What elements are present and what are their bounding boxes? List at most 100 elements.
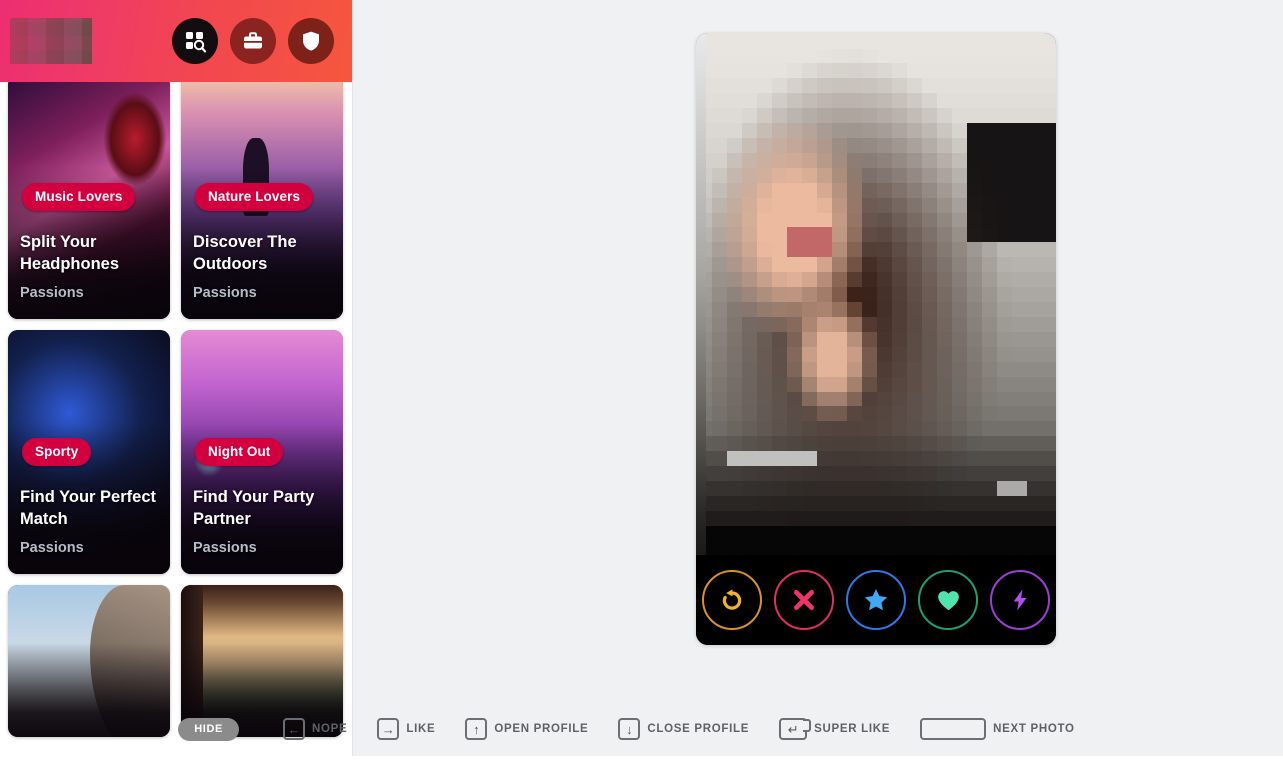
photo-pixel [1011, 47, 1027, 64]
photo-pixel [801, 122, 817, 138]
photo-pixel [921, 122, 937, 138]
photo-pixel [876, 390, 892, 407]
photo-pixel [831, 167, 847, 183]
photo-pixel [921, 62, 937, 79]
photo-pixel [726, 271, 742, 288]
passion-card[interactable]: Sporty Find Your Perfect Match Passions [8, 330, 170, 574]
photo-pixel [906, 256, 922, 273]
photo-pixel [891, 271, 907, 288]
photo-pixel [876, 256, 892, 273]
photo-pixel [1011, 301, 1027, 317]
photo-pixel [846, 152, 862, 168]
photo-pixel [846, 47, 862, 64]
photo-pixel [891, 405, 907, 422]
boost-button[interactable] [990, 570, 1050, 630]
photo-pixel [951, 405, 967, 422]
photo-pixel [966, 540, 982, 555]
photo-pixel [711, 182, 727, 198]
photo-pixel [756, 390, 772, 407]
photo-pixel [1026, 241, 1042, 258]
rewind-button[interactable] [702, 570, 762, 630]
photo-pixel [1011, 211, 1027, 228]
photo-pixel [816, 510, 832, 526]
shield-icon-button[interactable] [288, 18, 334, 64]
photo-pixel [786, 182, 802, 198]
photo-pixel [756, 495, 772, 511]
photo-pixel [891, 62, 907, 79]
photo-pixel [786, 211, 802, 228]
photo-pixel [846, 256, 862, 273]
passion-card[interactable]: Night Out Find Your Party Partner Passions [181, 330, 343, 574]
photo-pixel [846, 241, 862, 258]
photo-pixel [711, 376, 727, 392]
photo-pixel [1026, 137, 1042, 153]
shortcut-key-enter: ↵ [779, 718, 812, 740]
photo-pixel [891, 286, 907, 303]
passion-card[interactable]: Nature Lovers Discover The Outdoors Passio… [181, 75, 343, 319]
profile-card[interactable] [696, 33, 1056, 645]
photo-pixel [951, 525, 967, 541]
photo-pixel [831, 331, 847, 347]
photo-pixel [876, 525, 892, 541]
photo-pixel [1011, 33, 1027, 49]
photo-pixel [786, 465, 802, 481]
photo-pixel [1026, 167, 1042, 183]
photo-pixel [861, 316, 877, 332]
photo-pixel [936, 62, 952, 79]
photo-pixel [876, 510, 892, 526]
briefcase-icon-button[interactable] [230, 18, 276, 64]
photo-pixel [876, 405, 892, 422]
passion-card[interactable]: Music Lovers Split Your Headphones Passion… [8, 75, 170, 319]
photo-pixel [816, 346, 832, 362]
photo-pixel [846, 122, 862, 138]
photo-pixel [951, 107, 967, 124]
like-button[interactable] [918, 570, 978, 630]
photo-pixel [891, 256, 907, 273]
photo-pixel [741, 390, 757, 407]
profile-photo[interactable] [696, 33, 1056, 555]
rewind-icon [719, 587, 745, 613]
photo-pixel [996, 256, 1012, 273]
photo-pixel [1011, 137, 1027, 153]
photo-pixel [1011, 420, 1027, 437]
app-logo[interactable] [10, 18, 92, 64]
photo-pixel [801, 137, 817, 153]
photo-pixel [1026, 62, 1042, 79]
photo-pixel [711, 167, 727, 183]
photo-pixel [816, 197, 832, 213]
photo-pixel [726, 405, 742, 422]
photo-pixel [831, 390, 847, 407]
nope-button[interactable] [774, 570, 834, 630]
photo-pixel [801, 495, 817, 511]
photo-pixel [906, 47, 922, 64]
photo-pixel [861, 152, 877, 168]
photo-pixel [846, 480, 862, 496]
explore-search-icon-button[interactable] [172, 18, 218, 64]
photo-pixel [951, 47, 967, 64]
photo-pixel [891, 226, 907, 243]
photo-pixel [981, 480, 997, 496]
photo-pixel [1026, 107, 1042, 124]
photo-pixel [1041, 390, 1056, 407]
passions-card-scroll[interactable]: AestheticPassionsSnack?PassionsMusic Lov… [0, 0, 352, 757]
super-like-button[interactable] [846, 570, 906, 630]
photo-pixel [711, 33, 727, 49]
photo-pixel [876, 92, 892, 109]
photo-pixel [756, 167, 772, 183]
photo-pixel [951, 197, 967, 213]
photo-pixel [801, 316, 817, 332]
photo-pixel [951, 510, 967, 526]
photo-pixel [816, 301, 832, 317]
photo-pixel [741, 525, 757, 541]
shortcut-key-arrow: ↑ [465, 718, 488, 740]
photo-pixel [801, 182, 817, 198]
photo-pixel [726, 435, 742, 452]
photo-pixel [801, 152, 817, 168]
hide-shortcuts-button[interactable]: HIDE [178, 717, 239, 741]
photo-pixel [801, 197, 817, 213]
photo-pixel [831, 316, 847, 332]
photo-pixel [936, 197, 952, 213]
photo-pixel [936, 182, 952, 198]
photo-pixel [846, 346, 862, 362]
photo-pixel [951, 182, 967, 198]
